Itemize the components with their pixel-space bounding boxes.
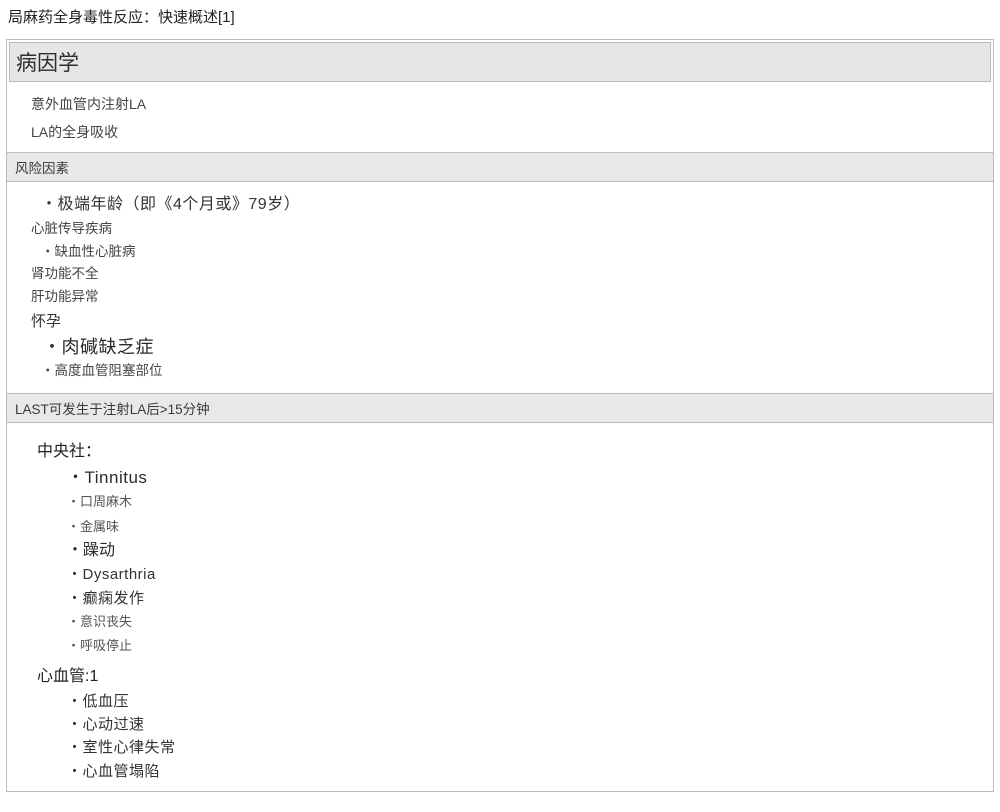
risk-item: ・肉碱缺乏症 [31,335,977,360]
cv-item: ・低血压 [67,690,977,713]
etiology-item: LA的全身吸收 [31,118,977,146]
etiology-item: 意外血管内注射LA [31,90,977,118]
cns-item: ・意识丧失 [67,610,977,634]
content-container: 病因学 意外血管内注射LA LA的全身吸收 风险因素 ・极端年龄（即《4个月或》… [6,39,994,792]
page-title: 局麻药全身毒性反应：快速概述[1] [0,0,1000,39]
cns-item: ・Tinnitus [67,465,977,491]
cns-item: ・呼吸停止 [67,634,977,658]
risk-item: 肾功能不全 [31,263,977,286]
etiology-content: 意外血管内注射LA LA的全身吸收 [7,84,993,152]
cns-item: ・癫痫发作 [67,587,977,610]
risk-item: ・极端年龄（即《4个月或》79岁） [31,192,977,218]
cns-item: ・金属味 [67,515,977,539]
risk-item: 心脏传导疾病 [31,218,977,241]
cv-item: ・室性心律失常 [67,736,977,759]
cv-item: ・心血管塌陷 [67,760,977,783]
risk-item: ・缺血性心脏病 [31,241,977,264]
cns-item: ・躁动 [67,539,977,564]
cns-label: 中央社： [37,437,977,461]
risk-content: ・极端年龄（即《4个月或》79岁）心脏传导疾病・缺血性心脏病肾功能不全肝功能异常… [7,182,993,393]
signs-header: LAST可发生于注射LA后>15分钟 [6,393,994,423]
cv-label: 心血管:1 [37,662,977,686]
risk-item: ・高度血管阻塞部位 [31,360,977,383]
risk-header: 风险因素 [6,152,994,182]
cns-item: ・Dysarthria [67,563,977,586]
etiology-header: 病因学 [9,42,991,82]
signs-content: 中央社： ・Tinnitus・口周麻木・金属味・躁动・Dysarthria・癫痫… [7,423,993,791]
risk-item: 怀孕 [31,309,977,335]
cns-list: ・Tinnitus・口周麻木・金属味・躁动・Dysarthria・癫痫发作・意识… [37,465,977,658]
cv-list: ・低血压・心动过速・室性心律失常・心血管塌陷 [37,690,977,783]
cv-item: ・心动过速 [67,713,977,736]
cns-item: ・口周麻木 [67,490,977,514]
risk-item: 肝功能异常 [31,286,977,309]
